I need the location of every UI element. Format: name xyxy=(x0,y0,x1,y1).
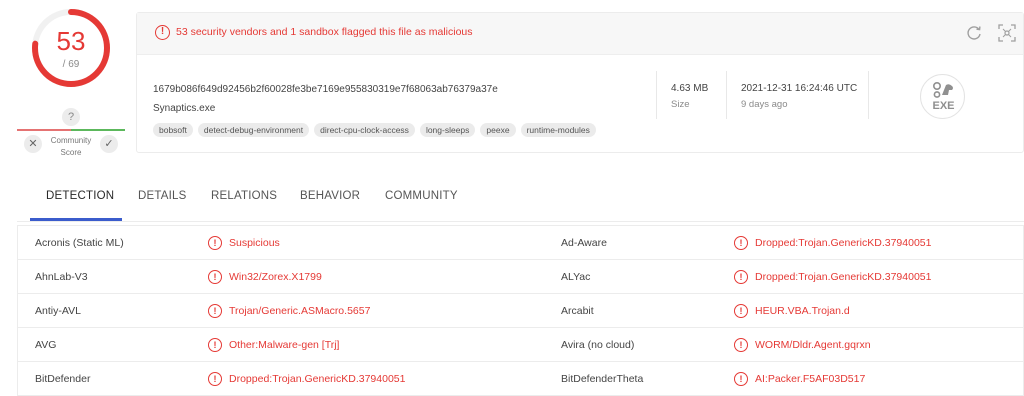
detection-label: AI:Packer.F5AF03D517 xyxy=(755,373,866,385)
report-tabs: DETECTION DETAILS RELATIONS BEHAVIOR COM… xyxy=(17,174,1024,222)
divider xyxy=(726,71,727,119)
tab-behavior[interactable]: BEHAVIOR xyxy=(300,190,360,202)
vendor-name: Ad-Aware xyxy=(561,237,607,249)
detection-result: ! AI:Packer.F5AF03D517 xyxy=(734,372,865,386)
detection-result: ! Other:Malware-gen [Trj] xyxy=(208,338,339,352)
detection-result: ! WORM/Dldr.Agent.gqrxn xyxy=(734,338,871,352)
tag-chip[interactable]: long-sleeps xyxy=(419,123,476,137)
alert-circle-icon: ! xyxy=(208,338,222,352)
vendor-name: Acronis (Static ML) xyxy=(35,237,124,249)
vendor-name: Antiy-AVL xyxy=(35,305,81,317)
file-type-label: EXE xyxy=(932,100,955,112)
analysis-date-value: 2021-12-31 16:24:46 UTC xyxy=(741,83,858,94)
detection-result: ! Dropped:Trojan.GenericKD.37940051 xyxy=(734,236,931,250)
detection-result: ! Trojan/Generic.ASMacro.5657 xyxy=(208,304,370,318)
divider xyxy=(656,71,657,119)
detection-label: Suspicious xyxy=(229,237,280,249)
community-score-label: Community Score xyxy=(45,135,97,159)
detection-score: 53 / 69 xyxy=(30,7,112,89)
tag-chip[interactable]: direct-cpu-clock-access xyxy=(314,123,415,137)
exe-file-type-icon: EXE xyxy=(920,74,965,119)
score-total: / 69 xyxy=(62,59,80,70)
detection-label: WORM/Dldr.Agent.gqrxn xyxy=(755,339,871,351)
detection-label: Other:Malware-gen [Trj] xyxy=(229,339,340,351)
table-row: BitDefender ! Dropped:Trojan.GenericKD.37… xyxy=(18,362,1023,396)
table-row: AhnLab-V3 ! Win32/Zorex.X1799 ALYac ! Drop… xyxy=(18,260,1023,294)
tag-chip[interactable]: bobsoft xyxy=(153,123,193,137)
detection-table: Acronis (Static ML) ! Suspicious Ad-Aware… xyxy=(17,225,1024,396)
detection-label: Dropped:Trojan.GenericKD.37940051 xyxy=(755,237,932,249)
alert-circle-icon: ! xyxy=(734,372,748,386)
vendor-name: AhnLab-V3 xyxy=(35,271,88,283)
vendor-name: BitDefender xyxy=(35,373,91,385)
file-hash[interactable]: 1679b086f649d92456b2f60028fe3be7169e9558… xyxy=(153,84,498,95)
detection-label: Dropped:Trojan.GenericKD.37940051 xyxy=(755,271,932,283)
file-tags: bobsoft detect-debug-environment direct-… xyxy=(153,123,596,137)
tag-chip[interactable]: peexe xyxy=(480,123,516,137)
tab-relations[interactable]: RELATIONS xyxy=(211,190,277,202)
tab-details[interactable]: DETAILS xyxy=(138,190,186,202)
alert-circle-icon: ! xyxy=(208,304,222,318)
divider xyxy=(868,71,869,119)
detection-label: Win32/Zorex.X1799 xyxy=(229,271,322,283)
detection-result: ! Suspicious xyxy=(208,236,280,250)
vendor-name: Arcabit xyxy=(561,305,594,317)
score-value: 53 xyxy=(56,26,86,56)
alert-circle-icon: ! xyxy=(734,304,748,318)
table-row: Antiy-AVL ! Trojan/Generic.ASMacro.5657 A… xyxy=(18,294,1023,328)
tab-detection[interactable]: DETECTION xyxy=(46,190,114,202)
analysis-date-label: 9 days ago xyxy=(741,99,788,110)
close-icon[interactable]: ✕ xyxy=(24,135,42,153)
community-label-line2: Score xyxy=(60,148,82,157)
expand-graph-icon[interactable] xyxy=(997,23,1017,43)
community-score-value: ? xyxy=(62,108,80,126)
detection-result: ! Dropped:Trojan.GenericKD.37940051 xyxy=(208,372,405,386)
detection-result: ! Dropped:Trojan.GenericKD.37940051 xyxy=(734,270,931,284)
alert-text: 53 security vendors and 1 sandbox flagge… xyxy=(176,26,473,38)
alert-circle-icon: ! xyxy=(155,25,170,40)
table-row: Acronis (Static ML) ! Suspicious Ad-Aware… xyxy=(18,226,1023,260)
malicious-alert-bar: ! 53 security vendors and 1 sandbox flag… xyxy=(137,13,1023,55)
detection-result: ! HEUR.VBA.Trojan.d xyxy=(734,304,850,318)
vendor-name: BitDefenderTheta xyxy=(561,373,644,385)
detection-result: ! Win32/Zorex.X1799 xyxy=(208,270,322,284)
tab-community[interactable]: COMMUNITY xyxy=(385,190,458,202)
alert-circle-icon: ! xyxy=(208,236,222,250)
alert-circle-icon: ! xyxy=(734,338,748,352)
community-positive-bar xyxy=(71,129,125,131)
file-size-label: Size xyxy=(671,99,690,110)
active-tab-indicator xyxy=(30,218,122,221)
alert-circle-icon: ! xyxy=(734,270,748,284)
check-icon[interactable]: ✓ xyxy=(100,135,118,153)
community-label-line1: Community xyxy=(50,136,92,145)
table-row: AVG ! Other:Malware-gen [Trj] Avira (no c… xyxy=(18,328,1023,362)
detection-label: HEUR.VBA.Trojan.d xyxy=(755,305,850,317)
alert-circle-icon: ! xyxy=(734,236,748,250)
tag-chip[interactable]: runtime-modules xyxy=(520,123,596,137)
vendor-name: ALYac xyxy=(561,271,591,283)
file-name: Synaptics.exe xyxy=(153,103,216,114)
community-score: ? ✕ Community Score ✓ xyxy=(17,108,125,163)
detection-label: Trojan/Generic.ASMacro.5657 xyxy=(229,305,371,317)
file-summary-panel: ! 53 security vendors and 1 sandbox flag… xyxy=(136,12,1024,153)
refresh-icon[interactable] xyxy=(965,24,983,42)
alert-circle-icon: ! xyxy=(208,372,222,386)
vendor-name: AVG xyxy=(35,339,57,351)
vendor-name: Avira (no cloud) xyxy=(561,339,635,351)
community-negative-bar xyxy=(17,129,71,131)
file-size-value: 4.63 MB xyxy=(671,83,709,94)
detection-label: Dropped:Trojan.GenericKD.37940051 xyxy=(229,373,406,385)
tag-chip[interactable]: detect-debug-environment xyxy=(197,123,310,137)
alert-circle-icon: ! xyxy=(208,270,222,284)
